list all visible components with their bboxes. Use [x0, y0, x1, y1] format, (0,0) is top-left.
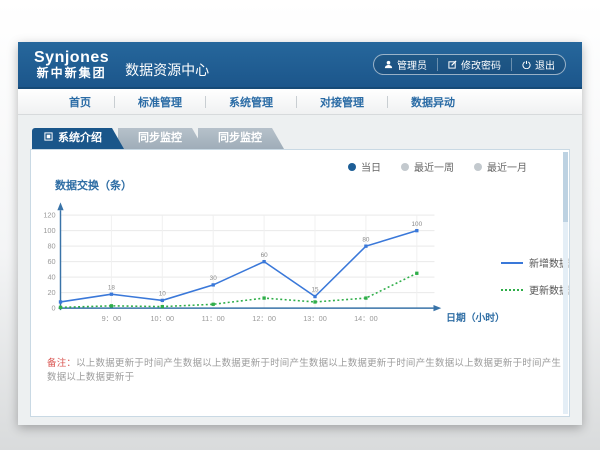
legend-new-data[interactable]: 新增数据 [501, 255, 569, 270]
data-point [262, 260, 265, 263]
radio-last-month[interactable]: 最近一月 [474, 159, 527, 174]
radio-dot-icon [401, 163, 409, 171]
company-logo: Synjones 新中新集团 [34, 49, 109, 80]
scrollbar-thumb[interactable] [563, 152, 568, 222]
data-point [415, 229, 418, 232]
user-icon [384, 60, 393, 69]
solid-line-icon [501, 262, 523, 264]
document-icon [44, 128, 53, 149]
data-point-label: 100 [412, 221, 423, 228]
radio-dot-icon [474, 163, 482, 171]
x-tick-label: 14：00 [354, 314, 378, 323]
app-header: Synjones 新中新集团 数据资源中心 管理员 修改密码 退出 [18, 42, 582, 89]
data-point-label: 10 [159, 291, 167, 298]
footnote: 备注：以上数据更新于时间产生数据以上数据更新于时间产生数据以上数据更新于时间产生… [47, 355, 569, 383]
nav-item-system-mgmt[interactable]: 系统管理 [206, 94, 296, 110]
user-menu-logout[interactable]: 退出 [511, 58, 565, 71]
main-nav: 首页 标准管理 系统管理 对接管理 数据异动 [18, 89, 582, 115]
user-menu-logout-label: 退出 [535, 57, 555, 72]
footnote-prefix: 备注： [47, 358, 76, 369]
nav-item-connect-mgmt[interactable]: 对接管理 [297, 94, 387, 110]
data-point [59, 300, 62, 303]
x-axis-title: 日期（小时） [446, 311, 501, 324]
logout-icon [522, 60, 531, 69]
data-point [161, 299, 164, 302]
data-point-label: 60 [261, 252, 269, 259]
y-tick-label: 80 [47, 242, 55, 251]
radio-dot-icon [348, 163, 356, 171]
tab-sync-monitor-2[interactable]: 同步监控 [198, 128, 284, 149]
y-axis-arrow [57, 202, 63, 210]
x-tick-label: 9：00 [102, 314, 122, 323]
data-point [262, 296, 265, 299]
time-range-filter: 当日 最近一周 最近一月 [348, 159, 527, 174]
tab-sync-monitor-1-label: 同步监控 [138, 132, 182, 144]
user-menu-admin-label: 管理员 [397, 57, 427, 72]
radio-last-week-label: 最近一周 [414, 159, 454, 174]
dotted-line-icon [501, 289, 523, 291]
nav-item-data-change[interactable]: 数据异动 [388, 94, 478, 110]
y-tick-label: 20 [47, 288, 55, 297]
x-tick-label: 10：00 [150, 314, 174, 323]
x-tick-label: 12：00 [252, 314, 276, 323]
x-axis-arrow [433, 305, 441, 311]
tab-sync-monitor-2-label: 同步监控 [218, 132, 262, 144]
data-point-label: 30 [210, 275, 218, 282]
user-menu-change-password[interactable]: 修改密码 [437, 58, 511, 71]
scrollbar[interactable] [563, 152, 568, 414]
data-point-label: 80 [362, 236, 370, 243]
x-tick-label: 13：00 [303, 314, 327, 323]
content-area: 系统介绍 同步监控 同步监控 当日 最近一周 [18, 115, 582, 417]
data-point [212, 283, 215, 286]
chart-container: 0 20 40 60 80 100 120 9：00 10：00 11：00 12：00 13：00 1… [31, 193, 569, 345]
y-tick-label: 40 [47, 273, 55, 282]
data-point [364, 296, 367, 299]
data-point [110, 304, 113, 307]
data-point [313, 295, 316, 298]
logo-brand-text: Synjones [34, 49, 109, 67]
data-point [415, 272, 418, 275]
tab-system-intro-label: 系统介绍 [58, 128, 102, 149]
edit-icon [448, 60, 457, 69]
data-point [313, 300, 316, 303]
logo-group-text: 新中新集团 [34, 67, 109, 80]
tab-sync-monitor-1[interactable]: 同步监控 [118, 128, 204, 149]
radio-today[interactable]: 当日 [348, 159, 381, 174]
page-title: 数据资源中心 [125, 50, 209, 80]
tab-strip: 系统介绍 同步监控 同步监控 [32, 128, 570, 149]
line-chart: 0 20 40 60 80 100 120 9：00 10：00 11：00 12：00 13：00 1… [37, 193, 501, 345]
chart-legend: 新增数据 更新数据 [501, 255, 569, 297]
legend-updated-data[interactable]: 更新数据 [501, 282, 569, 297]
nav-item-standard-mgmt[interactable]: 标准管理 [115, 94, 205, 110]
user-menu: 管理员 修改密码 退出 [373, 54, 566, 75]
radio-last-month-label: 最近一月 [487, 159, 527, 174]
y-tick-label: 120 [43, 211, 55, 220]
radio-today-label: 当日 [361, 159, 381, 174]
app-window: Synjones 新中新集团 数据资源中心 管理员 修改密码 退出 [18, 42, 582, 425]
chart-panel: 当日 最近一周 最近一月 数据交换（条） 0 20 40 60 80 100 120 9：00… [30, 149, 570, 417]
nav-item-home[interactable]: 首页 [46, 94, 114, 110]
data-point [59, 306, 62, 309]
user-menu-change-password-label: 修改密码 [461, 57, 501, 72]
radio-last-week[interactable]: 最近一周 [401, 159, 454, 174]
data-point [110, 293, 113, 296]
data-point [364, 244, 367, 247]
data-point [161, 305, 164, 308]
x-tick-label: 11：00 [202, 314, 225, 323]
y-tick-label: 0 [52, 304, 56, 313]
footnote-text: 以上数据更新于时间产生数据以上数据更新于时间产生数据以上数据更新于时间产生数据以… [47, 358, 561, 383]
data-point [212, 303, 215, 306]
chart-y-axis-title: 数据交换（条） [55, 177, 569, 193]
data-point-label: 15 [311, 287, 319, 294]
y-tick-label: 100 [43, 226, 55, 235]
user-menu-admin[interactable]: 管理员 [374, 58, 437, 71]
data-point-label: 18 [108, 284, 116, 291]
y-tick-label: 60 [47, 257, 55, 266]
tab-system-intro[interactable]: 系统介绍 [32, 128, 124, 149]
